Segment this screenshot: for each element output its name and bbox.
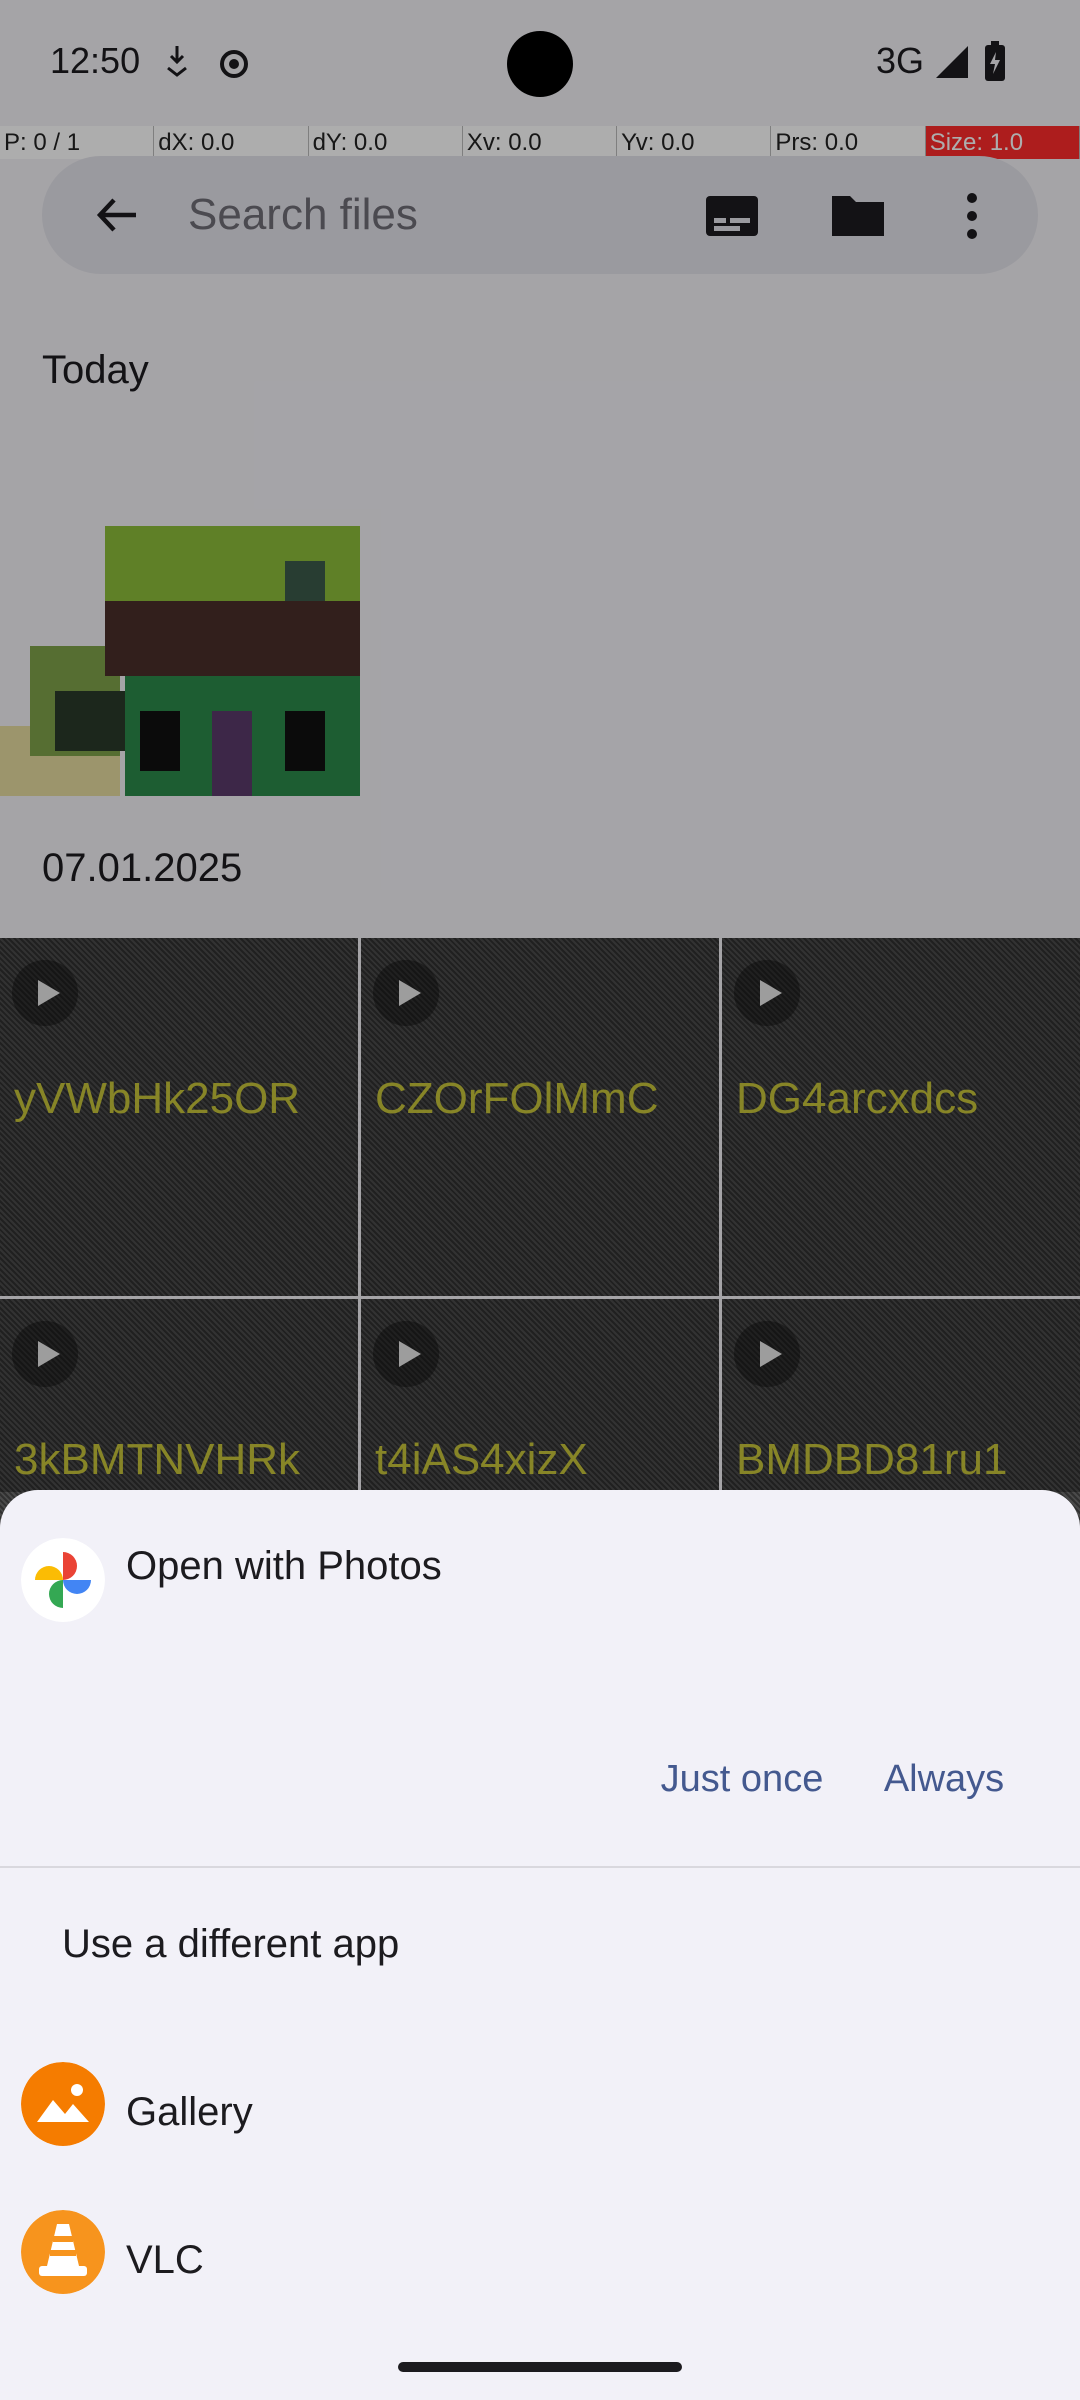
app-option-gallery[interactable]: Gallery (0, 2038, 1080, 2184)
gallery-app-icon (21, 2062, 105, 2146)
action-buttons: Just once Always (0, 1684, 1080, 1864)
use-different-app-label: Use a different app (62, 1922, 400, 1966)
open-with-row[interactable]: Open with Photos (0, 1490, 1080, 1682)
app-label-gallery: Gallery (126, 2090, 253, 2134)
just-once-button[interactable]: Just once (632, 1710, 852, 1848)
open-with-sheet: Open with Photos Just once Always Use a … (0, 1490, 1080, 2400)
app-label-vlc: VLC (126, 2238, 204, 2282)
dim-scrim[interactable] (0, 0, 1080, 1492)
app-option-vlc[interactable]: VLC (0, 2186, 1080, 2332)
gesture-nav-handle[interactable] (398, 2362, 682, 2372)
vlc-app-icon (21, 2210, 105, 2294)
sheet-divider (0, 1866, 1080, 1868)
always-button[interactable]: Always (854, 1710, 1034, 1848)
photos-app-icon (21, 1538, 105, 1622)
open-with-title: Open with Photos (126, 1544, 442, 1588)
